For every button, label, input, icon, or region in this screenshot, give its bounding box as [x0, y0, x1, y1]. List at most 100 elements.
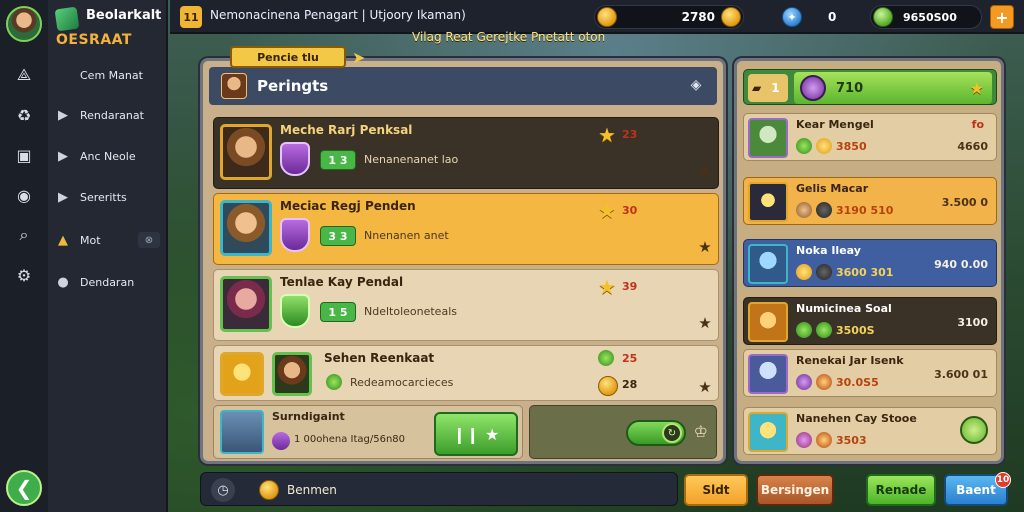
back-button[interactable]: ❮	[6, 470, 42, 506]
sidebar-item-anc-neole[interactable]: ▶ Anc Neole	[52, 143, 164, 169]
coin-icon	[598, 376, 618, 396]
item-portrait	[748, 302, 788, 342]
side-list-item[interactable]: Gelis Macar 3190 510 3.500 0	[743, 177, 997, 225]
window-icon[interactable]: ▣	[12, 144, 36, 166]
hero-row[interactable]: Sehen Reenkaat Redeamocarcieces 25 28 ★	[213, 345, 719, 401]
item-values: 30.0S5	[796, 374, 879, 390]
coin-icon	[259, 480, 279, 500]
options-icon[interactable]: ◈	[687, 77, 705, 95]
item-name: Nanehen Cay Stooe	[796, 412, 917, 425]
top-title: Nemonacinena Penagart | Utjoory Ikaman)	[210, 8, 466, 22]
sidebar-item-cem-manat[interactable]: Cem Manat	[52, 62, 164, 88]
hero-name: Tenlae Kay Pendal	[280, 275, 404, 289]
item-values: 3503	[796, 432, 867, 448]
hero-desc: Redeamocarcieces	[350, 376, 454, 389]
green-gem-icon	[796, 138, 812, 154]
coin-icon	[816, 138, 832, 154]
coin-count: 28	[622, 378, 638, 391]
item-name: Gelis Macar	[796, 182, 869, 195]
side-list-item[interactable]: Numicinea Soal 3500S 3100	[743, 297, 997, 345]
item-portrait	[748, 182, 788, 222]
play-icon: ▶	[58, 107, 68, 123]
star-count: 30	[622, 204, 638, 217]
bomb-icon	[816, 264, 832, 280]
sidebar-item-rendaranat[interactable]: ▶ Rendaranat	[52, 102, 164, 128]
top-bar: 11 Nemonacinena Penagart | Utjoory Ikama…	[170, 0, 1024, 34]
item-name: Renekai Jar Isenk	[796, 354, 904, 367]
auto-toggle-area: ↻ ♔	[529, 405, 717, 459]
brand-name: Beolarkalt	[86, 8, 162, 23]
arrow-icon	[816, 374, 832, 390]
favorite-star-icon[interactable]: ★	[694, 236, 716, 258]
auto-toggle[interactable]: ↻	[626, 420, 686, 446]
reward-card: Surndigaint 1 00ohena Itag/56n80 ❙❙ ★	[213, 405, 523, 459]
avatar[interactable]	[6, 6, 42, 42]
warning-icon: ▲	[58, 232, 68, 248]
hero-name: Sehen Reenkaat	[324, 351, 435, 365]
side-list-item[interactable]: Nanehen Cay Stooe 3503	[743, 407, 997, 455]
action-button-2[interactable]: Bersingen	[756, 474, 834, 506]
clock-icon[interactable]: ◷	[211, 478, 235, 502]
side-list-item[interactable]: Noka Ileay 3600 301 940 0.00	[743, 239, 997, 287]
favorite-star-icon[interactable]: ★	[694, 160, 716, 182]
blue-value: 0	[828, 10, 837, 24]
sidebar-item-dendaran[interactable]: ● Dendaran	[52, 269, 164, 295]
item-name: Kear Mengel	[796, 118, 874, 131]
star-icon: ★	[598, 123, 616, 147]
coin-icon	[721, 7, 741, 27]
sidebar-item-label: Rendaranat	[80, 108, 144, 122]
item-value: 3503	[836, 433, 867, 447]
add-currency-button[interactable]: +	[990, 5, 1014, 29]
face-icon	[796, 202, 812, 218]
gem-counter: 9650S00	[870, 5, 982, 29]
item-value: 3600 301	[836, 265, 894, 279]
gold-counter: 2780	[594, 5, 744, 29]
settings-icon[interactable]: ⚙	[12, 264, 36, 286]
hero-row[interactable]: Meche Rarj Penksal 1 3 Nenanenanet lao ★…	[213, 117, 719, 189]
search-icon[interactable]: ⌕	[12, 224, 36, 246]
star-icon: ★	[598, 275, 616, 299]
chat-icon: ●	[57, 274, 69, 290]
green-gem-icon	[796, 322, 812, 338]
item-right-value: 940 0.00	[934, 258, 988, 271]
item-name: Noka Ileay	[796, 244, 861, 257]
section-tag: Pencie tlu	[230, 46, 346, 68]
sidebar-item-label: Dendaran	[80, 275, 135, 289]
hero-desc: Nenanenanet lao	[364, 153, 459, 166]
hero-portrait	[220, 276, 272, 332]
hero-portrait	[220, 124, 272, 180]
hero-row[interactable]: Meciac Regj Penden 3 3 Nnenanen anet ★ 3…	[213, 193, 719, 265]
purple-shield-icon	[280, 142, 310, 176]
level-badge: 11	[180, 6, 202, 28]
star-icon[interactable]: ★	[970, 79, 984, 98]
star-gem-icon: ✦	[782, 7, 802, 27]
sidebar-item-mot[interactable]: ▲ Mot ⊗	[52, 227, 164, 253]
hero-row[interactable]: Tenlae Kay Pendal 1 5 Ndeltoleoneteals ★…	[213, 269, 719, 341]
hero-desc: Ndeltoleoneteals	[364, 305, 457, 318]
sidebar: Beolarkalt OESRAAT ⟁ ♻ ▣ ◉ ⌕ ⚙ Cem Manat…	[0, 0, 168, 512]
sidebar-item-sereritts[interactable]: ▶ Sereritts	[52, 184, 164, 210]
claim-button[interactable]: ❙❙ ★	[434, 412, 518, 456]
location-icon[interactable]: ◉	[12, 184, 36, 206]
side-list-item[interactable]: Kear Mengel fo 3850 4660	[743, 113, 997, 161]
close-chip-icon[interactable]: ⊗	[138, 232, 160, 248]
side-list-item[interactable]: Renekai Jar Isenk 30.0S5 3.600 01	[743, 349, 997, 397]
item-right-value: 3.600 01	[934, 368, 988, 381]
recycle-icon[interactable]: ♻	[12, 104, 36, 126]
favorite-star-icon[interactable]: ★	[694, 376, 716, 398]
sidebar-item-label: Anc Neole	[80, 149, 136, 163]
event-banner: Vilag Reat Gerejtke Pnetatt oton	[412, 30, 606, 44]
green-shield-icon	[280, 294, 310, 328]
favorite-star-icon[interactable]: ★	[694, 312, 716, 334]
notification-badge: 10	[995, 472, 1011, 488]
brand-logo-icon	[54, 6, 80, 32]
badge-icon[interactable]: ⟁	[12, 64, 36, 86]
level-chip: 1 3	[320, 150, 356, 170]
item-right-value: 4660	[957, 140, 988, 153]
confirm-icon[interactable]	[960, 416, 988, 444]
action-button-1[interactable]: Sldt	[684, 474, 748, 506]
action-button-3[interactable]: Renade	[866, 474, 936, 506]
crown-icon[interactable]: ♔	[694, 422, 708, 441]
item-portrait	[748, 244, 788, 284]
play-icon: ▶	[58, 189, 68, 205]
